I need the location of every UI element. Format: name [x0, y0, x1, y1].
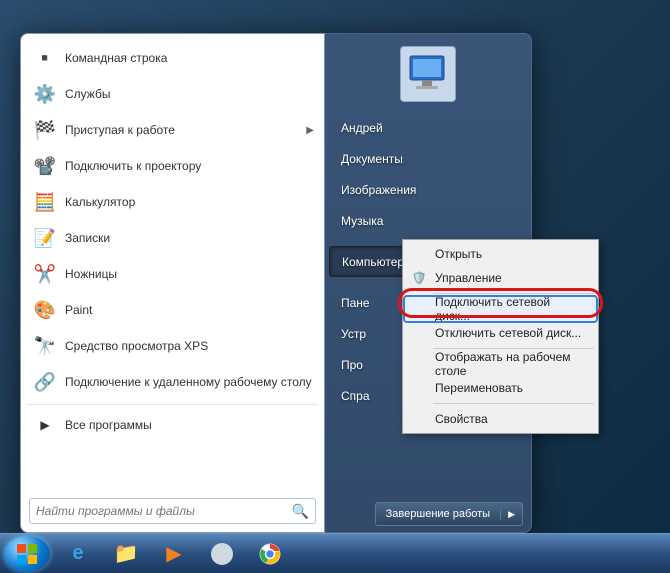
search-box[interactable]: 🔍	[29, 498, 316, 524]
program-command-prompt[interactable]: ▪️Командная строка	[27, 40, 318, 76]
windows-logo-icon	[16, 543, 38, 565]
program-calculator[interactable]: 🧮Калькулятор	[27, 184, 318, 220]
program-getting-started[interactable]: 🏁Приступая к работе▶	[27, 112, 318, 148]
chevron-right-icon: ▶	[31, 411, 59, 439]
ctx-open[interactable]: Открыть	[405, 242, 596, 266]
circle-icon	[211, 543, 233, 565]
ctx-map-network-drive[interactable]: Подключить сетевой диск...	[405, 297, 596, 321]
projector-icon: 📽️	[31, 152, 59, 180]
calculator-icon: 🧮	[31, 188, 59, 216]
shutdown-row: Завершение работы ▶	[325, 496, 531, 532]
program-services[interactable]: ⚙️Службы	[27, 76, 318, 112]
taskbar-chrome[interactable]	[250, 538, 290, 570]
ctx-show-on-desktop[interactable]: Отображать на рабочем столе	[405, 352, 596, 376]
right-item-user[interactable]: Андрей	[329, 112, 527, 143]
ctx-properties[interactable]: Свойства	[405, 407, 596, 431]
taskbar-ie[interactable]: e	[58, 538, 98, 570]
ctx-manage[interactable]: 🛡️Управление	[405, 266, 596, 290]
search-icon: 🔍	[292, 503, 309, 520]
ctx-separator	[433, 403, 594, 404]
shutdown-dropdown-arrow-icon[interactable]: ▶	[500, 509, 522, 520]
taskbar-wmp[interactable]: ▶	[154, 538, 194, 570]
media-player-icon: ▶	[166, 541, 181, 566]
user-picture[interactable]	[400, 46, 456, 102]
remote-icon: 🔗	[31, 368, 59, 396]
program-snipping-tool[interactable]: ✂️Ножницы	[27, 256, 318, 292]
taskbar-explorer[interactable]: 📁	[106, 538, 146, 570]
right-item-pictures[interactable]: Изображения	[329, 174, 527, 205]
chrome-icon	[259, 543, 281, 565]
terminal-icon: ▪️	[31, 44, 59, 72]
right-item-documents[interactable]: Документы	[329, 143, 527, 174]
taskbar-unknown[interactable]	[202, 538, 242, 570]
taskbar: e 📁 ▶	[0, 533, 670, 573]
programs-list: ▪️Командная строка ⚙️Службы 🏁Приступая к…	[27, 40, 318, 494]
right-item-music[interactable]: Музыка	[329, 205, 527, 236]
context-menu: Открыть 🛡️Управление Подключить сетевой …	[402, 239, 599, 434]
ctx-rename[interactable]: Переименовать	[405, 376, 596, 400]
ctx-disconnect-network-drive[interactable]: Отключить сетевой диск...	[405, 321, 596, 345]
program-paint[interactable]: 🎨Paint	[27, 292, 318, 328]
palette-icon: 🎨	[31, 296, 59, 324]
gear-icon: ⚙️	[31, 80, 59, 108]
program-sticky-notes[interactable]: 📝Записки	[27, 220, 318, 256]
notes-icon: 📝	[31, 224, 59, 252]
monitor-icon	[404, 52, 452, 96]
shield-icon: 🛡️	[411, 270, 427, 286]
xps-icon: 🔭	[31, 332, 59, 360]
ie-icon: e	[72, 542, 83, 565]
program-xps-viewer[interactable]: 🔭Средство просмотра XPS	[27, 328, 318, 364]
all-programs[interactable]: ▶Все программы	[27, 404, 318, 440]
program-remote-desktop[interactable]: 🔗Подключение к удаленному рабочему столу	[27, 364, 318, 400]
ctx-separator	[433, 348, 594, 349]
submenu-arrow-icon: ▶	[306, 125, 314, 136]
start-menu-left-panel: ▪️Командная строка ⚙️Службы 🏁Приступая к…	[20, 33, 325, 533]
scissors-icon: ✂️	[31, 260, 59, 288]
program-projector[interactable]: 📽️Подключить к проектору	[27, 148, 318, 184]
search-input[interactable]	[36, 504, 292, 518]
shutdown-button[interactable]: Завершение работы ▶	[375, 502, 523, 526]
flag-icon: 🏁	[31, 116, 59, 144]
folder-icon: 📁	[114, 541, 139, 566]
ctx-separator	[433, 293, 594, 294]
start-button[interactable]	[4, 536, 50, 572]
